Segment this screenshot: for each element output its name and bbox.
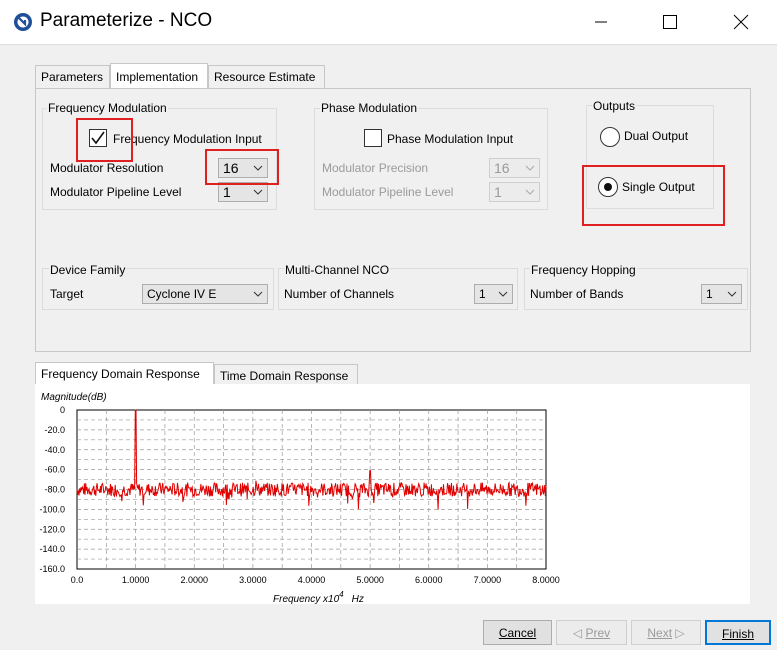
prev-arrow-icon: ◁: [572, 626, 586, 640]
close-button[interactable]: [718, 0, 764, 44]
next-arrow-icon: ▷: [672, 626, 685, 640]
x-tick-label: 7.0000: [474, 575, 502, 585]
dual-output-label: Dual Output: [624, 129, 689, 143]
finish-button[interactable]: Finish: [705, 620, 771, 645]
chevron-down-icon: [498, 291, 508, 297]
y-tick-label: -120.0: [39, 524, 65, 534]
x-axis-label-exponent: 4: [339, 590, 344, 599]
prev-button-label: Prev: [585, 626, 611, 640]
chevron-down-icon: [525, 189, 535, 195]
x-tick-label: 1.0000: [122, 575, 150, 585]
minimize-button[interactable]: [578, 0, 624, 44]
chevron-down-icon: [525, 165, 535, 171]
prev-button[interactable]: ◁ Prev: [556, 620, 627, 645]
y-axis-label: Magnitude(dB): [41, 392, 107, 403]
y-tick-label: -20.0: [44, 425, 65, 435]
frequency-modulation-input-label: Frequency Modulation Input: [113, 132, 262, 146]
chevron-down-icon: [727, 291, 737, 297]
modulator-precision-select[interactable]: 16: [489, 158, 540, 178]
next-button[interactable]: Next ▷: [631, 620, 701, 645]
phase-modulation-group-label: Phase Modulation: [320, 101, 419, 115]
highlight-single-output: [582, 165, 725, 226]
y-tick-label: 0: [60, 405, 65, 415]
target-device-value: Cyclone IV E: [147, 287, 217, 301]
device-family-group-label: Device Family: [49, 263, 127, 277]
number-of-channels-label: Number of Channels: [284, 287, 395, 301]
x-axis-label: Frequency x104 Hz: [273, 590, 364, 604]
frequency-modulation-group-label: Frequency Modulation: [47, 101, 168, 115]
y-tick-label: -160.0: [39, 564, 65, 574]
frequency-response-svg: Magnitude(dB) 0 -20.0 -40.0 -60.0 -80.0 -100.…: [39, 392, 560, 605]
app-logo-icon: [14, 13, 32, 31]
x-tick-label: 0.0: [71, 575, 84, 585]
x-tick-label: 5.0000: [356, 575, 384, 585]
chevron-down-icon: [253, 291, 263, 297]
phase-modulation-checkbox[interactable]: [364, 129, 382, 147]
x-tick-label: 6.0000: [415, 575, 443, 585]
cancel-button-label: Cancel: [498, 626, 537, 640]
x-axis-label-text: Frequency x10: [273, 594, 340, 604]
minimize-icon: [595, 21, 607, 23]
tab-frequency-domain-response[interactable]: Frequency Domain Response: [35, 362, 214, 386]
dual-output-radio[interactable]: [600, 127, 620, 147]
next-button-label: Next: [647, 626, 673, 640]
number-of-bands-label: Number of Bands: [530, 287, 624, 301]
y-tick-label: -60.0: [44, 465, 65, 475]
tab-resource-estimate[interactable]: Resource Estimate: [208, 65, 325, 88]
chevron-down-icon: [253, 189, 263, 195]
tab-time-domain-response[interactable]: Time Domain Response: [214, 364, 358, 386]
x-tick-label: 8.0000: [532, 575, 560, 585]
multi-channel-nco-group-label: Multi-Channel NCO: [284, 263, 391, 277]
phase-modulation-input-label: Phase Modulation Input: [387, 132, 514, 146]
maximize-button[interactable]: [647, 0, 693, 44]
frequency-response-chart: Magnitude(dB) 0 -20.0 -40.0 -60.0 -80.0 -100.…: [35, 384, 750, 605]
close-icon: [733, 14, 749, 30]
y-tick-label: -100.0: [39, 504, 65, 514]
y-tick-label: -80.0: [44, 485, 65, 495]
modulator-pipeline-level-label: Modulator Pipeline Level: [50, 185, 182, 199]
phase-modulator-pipeline-level-select[interactable]: 1: [489, 182, 540, 202]
tab-parameters[interactable]: Parameters: [35, 65, 110, 88]
tab-implementation[interactable]: Implementation: [110, 63, 208, 88]
window-title: Parameterize - NCO: [40, 10, 213, 31]
target-label: Target: [50, 287, 84, 301]
finish-button-label: Finish: [721, 627, 754, 641]
modulator-precision-value: 16: [494, 160, 510, 176]
number-of-channels-select[interactable]: 1: [474, 284, 513, 304]
frequency-hopping-group-label: Frequency Hopping: [530, 263, 637, 277]
x-axis-label-unit: Hz: [352, 594, 364, 604]
number-of-channels-value: 1: [479, 287, 486, 301]
target-device-select[interactable]: Cyclone IV E: [142, 284, 268, 304]
number-of-bands-value: 1: [706, 287, 713, 301]
x-tick-label: 2.0000: [180, 575, 208, 585]
modulator-resolution-label: Modulator Resolution: [50, 161, 164, 175]
modulator-pipeline-level-value: 1: [223, 184, 231, 200]
x-tick-label: 4.0000: [298, 575, 326, 585]
maximize-icon: [663, 15, 677, 29]
y-tick-label: -140.0: [39, 544, 65, 554]
phase-modulator-pipeline-level-label: Modulator Pipeline Level: [322, 185, 454, 199]
modulator-precision-label: Modulator Precision: [322, 161, 429, 175]
outputs-group-label: Outputs: [592, 99, 637, 113]
x-tick-label: 3.0000: [239, 575, 267, 585]
cancel-button[interactable]: Cancel: [483, 620, 552, 645]
highlight-frequency-modulation-checkbox: [76, 118, 133, 162]
highlight-modulator-resolution: [205, 149, 279, 185]
number-of-bands-select[interactable]: 1: [701, 284, 742, 304]
title-bar: Parameterize - NCO: [0, 0, 777, 44]
modulator-pipeline-level-select[interactable]: 1: [218, 182, 268, 202]
y-tick-label: -40.0: [44, 445, 65, 455]
phase-modulator-pipeline-level-value: 1: [494, 184, 502, 200]
